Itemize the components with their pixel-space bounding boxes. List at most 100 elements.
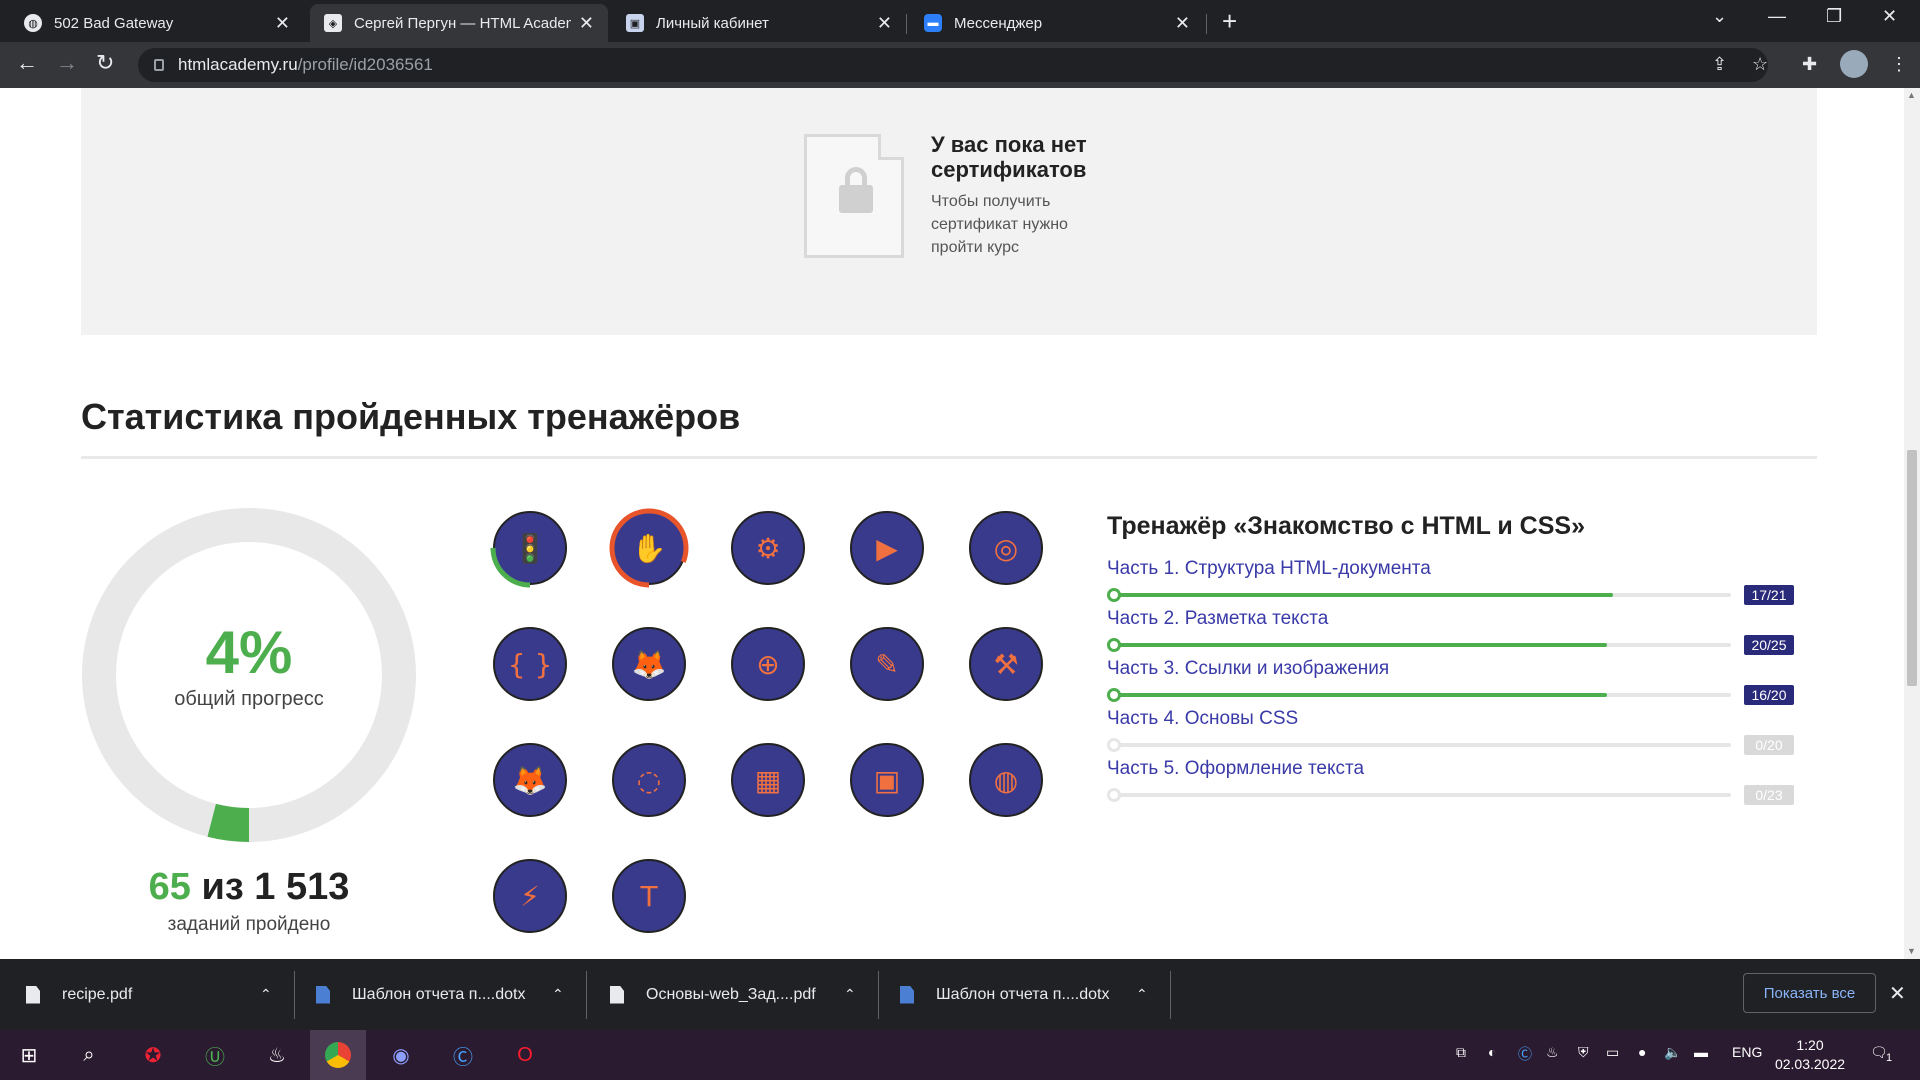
tab-search-icon[interactable]: ⌄	[1712, 6, 1727, 27]
anvil-icon[interactable]: ⚒	[966, 624, 1046, 704]
part-link[interactable]: Часть 1. Структура HTML-документа	[1107, 558, 1431, 580]
tab-portal[interactable]: ▣ Личный кабинет ✕	[612, 4, 906, 42]
tab-messenger[interactable]: ▬ Мессенджер ✕	[910, 4, 1204, 42]
close-tab-icon[interactable]: ✕	[1175, 13, 1190, 34]
submarine-icon[interactable]: ◎	[966, 508, 1046, 588]
close-window-button[interactable]: ✕	[1882, 6, 1897, 27]
download-item[interactable]: Основы-web_Зад....pdf ⌃	[610, 959, 864, 1030]
language-indicator[interactable]: ENG	[1732, 1044, 1762, 1060]
typography-icon[interactable]: T	[609, 856, 689, 936]
part-link[interactable]: Часть 5. Оформление текста	[1107, 758, 1364, 780]
game-app-icon[interactable]: ✪	[136, 1038, 170, 1072]
tray-display-icon[interactable]: ▭	[1606, 1044, 1619, 1061]
bezier-circle-icon[interactable]: ◌	[609, 740, 689, 820]
browser-toolbar: ← → ↻ htmlacademy.ru/profile/id2036561 ⇪…	[0, 42, 1920, 88]
trainer-part[interactable]: Часть 3. Ссылки и изображения 16/20	[1107, 658, 1807, 708]
clock[interactable]: 1:20 02.03.2022	[1770, 1036, 1850, 1074]
tab-502[interactable]: ◍ 502 Bad Gateway ✕	[10, 4, 304, 42]
close-tab-icon[interactable]: ✕	[275, 13, 290, 34]
battery-icon[interactable]: ▬	[1694, 1044, 1708, 1060]
hand-icon[interactable]: ✋	[609, 508, 689, 588]
part-progress-fill	[1111, 693, 1607, 697]
extensions-icon[interactable]: ✚	[1802, 54, 1817, 75]
part-link[interactable]: Часть 4. Основы CSS	[1107, 708, 1298, 730]
chainsaw-icon[interactable]: ⚡	[490, 856, 570, 936]
php-clapperboard-icon[interactable]: ▶	[847, 508, 927, 588]
download-item[interactable]: Шаблон отчета п....dotx ⌃	[316, 959, 570, 1030]
scroll-up-arrow[interactable]: ▲	[1907, 90, 1916, 100]
close-downloads-icon[interactable]: ✕	[1889, 981, 1906, 1006]
paintbrush-icon[interactable]: ✎	[847, 624, 927, 704]
tray-shield-icon[interactable]: ⛨	[1578, 1044, 1589, 1061]
trainer-part[interactable]: Часть 5. Оформление текста 0/23	[1107, 758, 1807, 808]
search-icon[interactable]: ⌕	[72, 1038, 106, 1072]
windows-start-icon[interactable]: ⊞	[12, 1038, 46, 1072]
discord-icon[interactable]: ◉	[384, 1038, 418, 1072]
part-progress-dot	[1107, 588, 1121, 602]
traffic-light-icon[interactable]: 🚦	[490, 508, 570, 588]
tray-ccleaner-icon[interactable]: Ⓒ	[1518, 1044, 1532, 1064]
football-field-icon[interactable]: ⊕	[728, 624, 808, 704]
minimize-button[interactable]: —	[1768, 6, 1786, 27]
steam-icon[interactable]: ♨	[260, 1038, 294, 1072]
profile-avatar[interactable]	[1840, 50, 1868, 78]
page-scrollbar[interactable]: ▲ ▼	[1904, 88, 1920, 959]
trainer-part[interactable]: Часть 2. Разметка текста 20/25	[1107, 608, 1807, 658]
fox-wine-icon[interactable]: 🦊	[490, 740, 570, 820]
restore-button[interactable]: ❐	[1826, 6, 1842, 27]
tray-circle-icon[interactable]: ◐	[1488, 1044, 1496, 1060]
download-item[interactable]: Шаблон отчета п....dotx ⌃	[900, 959, 1154, 1030]
download-divider	[586, 971, 587, 1019]
download-item[interactable]: recipe.pdf ⌃	[26, 959, 280, 1030]
download-divider	[294, 971, 295, 1019]
svg-text:◍: ◍	[994, 764, 1018, 797]
bookmark-star-icon[interactable]: ☆	[1752, 54, 1768, 75]
part-link[interactable]: Часть 3. Ссылки и изображения	[1107, 658, 1389, 680]
svg-text:▦: ▦	[755, 764, 781, 797]
back-button[interactable]: ←	[16, 50, 38, 76]
chrome-icon[interactable]	[310, 1030, 366, 1080]
tab-title: Сергей Пергун — HTML Academy	[354, 14, 571, 32]
orbit-icon[interactable]: ◍	[966, 740, 1046, 820]
trainer-part[interactable]: Часть 4. Основы CSS 0/20	[1107, 708, 1807, 758]
scrollbar-thumb[interactable]	[1907, 450, 1917, 686]
part-score: 20/25	[1744, 635, 1794, 655]
close-tab-icon[interactable]: ✕	[877, 13, 892, 34]
close-tab-icon[interactable]: ✕	[579, 13, 594, 34]
chevron-up-icon[interactable]: ⌃	[844, 986, 856, 1003]
part-link[interactable]: Часть 2. Разметка текста	[1107, 608, 1328, 630]
reload-button[interactable]: ↻	[96, 50, 114, 76]
address-bar[interactable]: htmlacademy.ru/profile/id2036561	[138, 48, 1768, 82]
menu-icon[interactable]: ⋮	[1890, 54, 1908, 75]
tray-steam-icon[interactable]: ♨	[1546, 1044, 1559, 1061]
trainer-part[interactable]: Часть 1. Структура HTML-документа 17/21	[1107, 558, 1807, 608]
show-all-downloads-button[interactable]: Показать все	[1743, 973, 1876, 1013]
share-icon[interactable]: ⇪	[1712, 54, 1727, 75]
utorrent-icon[interactable]: Ⓤ	[198, 1038, 232, 1072]
certificate-locked-icon	[804, 134, 904, 258]
chevron-up-icon[interactable]: ⌃	[1136, 986, 1148, 1003]
cube-icon[interactable]: ▦	[728, 740, 808, 820]
fox-icon[interactable]: 🦊	[609, 624, 689, 704]
remote-control-icon[interactable]: ▣	[847, 740, 927, 820]
forward-button[interactable]: →	[56, 50, 78, 76]
tray-app-icon[interactable]: ⧉	[1456, 1044, 1466, 1061]
svg-text:▣: ▣	[874, 764, 900, 797]
spinning-top-icon[interactable]: ⚙	[728, 508, 808, 588]
tab-htmlacademy[interactable]: ◈ Сергей Пергун — HTML Academy ✕	[310, 4, 608, 42]
chevron-up-icon[interactable]: ⌃	[552, 986, 564, 1003]
portal-icon: ▣	[626, 14, 644, 32]
part-progress-fill	[1111, 593, 1614, 597]
overall-percent: 4%	[205, 619, 293, 686]
ccleaner-icon[interactable]: Ⓒ	[446, 1038, 480, 1072]
part-score: 16/20	[1744, 685, 1794, 705]
chevron-up-icon[interactable]: ⌃	[260, 986, 272, 1003]
curly-braces-icon[interactable]: { }	[490, 624, 570, 704]
opera-icon[interactable]: O	[508, 1038, 542, 1072]
volume-icon[interactable]: 🔈	[1664, 1044, 1681, 1061]
part-progress-track	[1107, 738, 1731, 752]
scroll-down-arrow[interactable]: ▼	[1907, 946, 1916, 956]
tray-mic-icon[interactable]: ●	[1638, 1044, 1646, 1060]
lock-icon[interactable]	[154, 59, 164, 71]
new-tab-button[interactable]: +	[1222, 6, 1237, 37]
